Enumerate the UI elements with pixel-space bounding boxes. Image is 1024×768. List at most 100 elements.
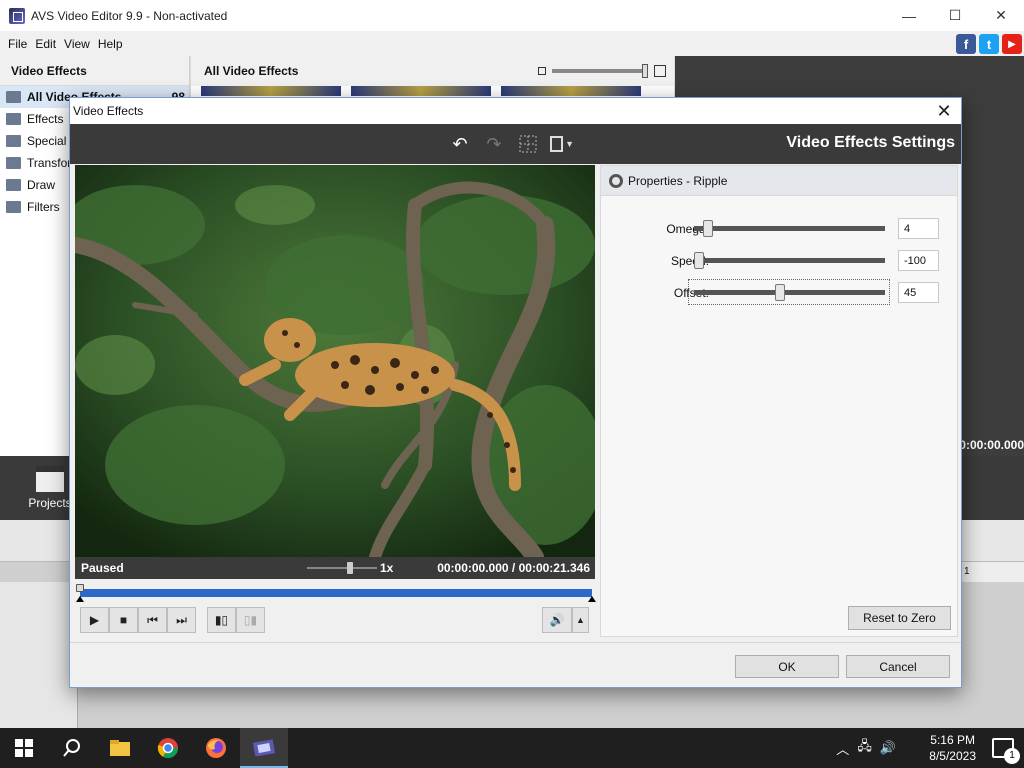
folder-icon <box>6 179 21 191</box>
search-icon[interactable] <box>48 728 96 768</box>
network-icon[interactable]: 🖧 <box>857 737 872 759</box>
next-frame-button[interactable]: ⏭ <box>167 607 196 633</box>
youtube-icon[interactable]: ▶ <box>1002 34 1022 54</box>
param-value-omega[interactable]: 4 <box>898 218 939 239</box>
chrome-icon[interactable] <box>144 728 192 768</box>
folder-icon <box>6 113 21 125</box>
effect-thumbnail[interactable] <box>351 86 491 96</box>
zoom-out-icon[interactable] <box>538 67 546 75</box>
app-title: AVS Video Editor 9.9 - Non-activated <box>31 8 228 23</box>
volume-dropdown-button[interactable]: ▲ <box>572 607 589 633</box>
zoom-in-icon[interactable] <box>654 65 666 77</box>
seek-bar[interactable] <box>76 584 596 602</box>
preview-frame-image <box>75 165 595 557</box>
mark-out-button[interactable]: ▯▮ <box>236 607 265 633</box>
play-button[interactable]: ▶ <box>80 607 109 633</box>
start-button[interactable] <box>0 728 48 768</box>
menubar: File Edit View Help <box>0 31 1024 56</box>
avs-video-editor-taskbar-icon[interactable] <box>240 728 288 768</box>
seek-thumb[interactable] <box>76 584 84 592</box>
chevron-up-icon[interactable]: ︿ <box>836 739 849 758</box>
redo-icon[interactable]: ↷ <box>482 132 506 156</box>
ok-button[interactable]: OK <box>735 655 839 678</box>
effect-thumbnails <box>201 86 641 96</box>
volume-icon[interactable]: 🔊 <box>542 607 572 633</box>
projects-label: Projects <box>28 496 72 510</box>
stop-button[interactable]: ■ <box>109 607 138 633</box>
track-headers <box>0 582 78 728</box>
effect-thumbnail[interactable] <box>201 86 341 96</box>
param-value-speed[interactable]: -100 <box>898 250 939 271</box>
playback-status-bar: Paused 1x 00:00:00.000 / 00:00:21.346 <box>75 557 595 579</box>
system-tray: ︿ 🖧 🔊 <box>836 728 896 768</box>
speed-slider-thumb[interactable] <box>347 562 353 574</box>
maximize-button[interactable]: ☐ <box>932 0 978 31</box>
dialog-separator <box>70 642 961 643</box>
menu-help[interactable]: Help <box>94 37 127 51</box>
minimize-button[interactable]: — <box>886 0 932 31</box>
folder-icon <box>6 135 21 147</box>
param-slider-thumb[interactable] <box>694 252 704 269</box>
grid-icon[interactable] <box>516 132 540 156</box>
start-marker[interactable] <box>76 596 84 602</box>
playback-time: 00:00:00.000 / 00:00:21.346 <box>437 561 590 575</box>
file-explorer-icon[interactable] <box>96 728 144 768</box>
twitter-icon[interactable]: t <box>979 34 999 54</box>
preview-time: 00:00:00.000 <box>952 438 1024 452</box>
param-slider-offset[interactable] <box>694 290 885 295</box>
previous-frame-button[interactable]: ⏮ <box>138 607 167 633</box>
zoom-slider[interactable] <box>552 64 648 78</box>
facebook-icon[interactable]: f <box>956 34 976 54</box>
cancel-button[interactable]: Cancel <box>846 655 950 678</box>
param-slider-omega[interactable] <box>694 226 885 231</box>
firefox-icon[interactable] <box>192 728 240 768</box>
param-slider-thumb[interactable] <box>775 284 786 301</box>
folder-icon <box>6 201 21 213</box>
menu-file[interactable]: File <box>4 37 31 51</box>
mark-in-button[interactable]: ▮▯ <box>207 607 236 633</box>
seek-bar-range <box>80 589 592 597</box>
notification-badge: 1 <box>1004 748 1020 764</box>
dialog-title: Video Effects <box>73 104 144 118</box>
param-value-offset[interactable]: 45 <box>898 282 939 303</box>
reset-to-zero-button[interactable]: Reset to Zero <box>848 606 951 630</box>
menu-edit[interactable]: Edit <box>31 37 60 51</box>
app-icon <box>9 7 25 24</box>
properties-header: Properties - Ripple <box>601 166 957 196</box>
param-row-omega: Omega: 4 <box>601 218 959 240</box>
category-label: Draw <box>27 178 56 192</box>
speaker-icon[interactable]: 🔊 <box>880 740 896 756</box>
properties-title: Properties - Ripple <box>628 173 728 188</box>
total-time: 00:00:21.346 <box>518 561 590 575</box>
time-separator: / <box>511 561 516 575</box>
folder-icon <box>6 91 21 103</box>
menu-view[interactable]: View <box>60 37 94 51</box>
clock-time: 5:16 PM <box>930 733 975 747</box>
current-time: 00:00:00.000 <box>437 561 509 575</box>
category-label: Filters <box>27 200 60 214</box>
notification-icon[interactable]: 1 <box>992 738 1020 764</box>
param-slider-speed[interactable] <box>694 258 885 263</box>
speed-slider[interactable] <box>307 567 377 569</box>
param-slider-thumb[interactable] <box>703 220 714 237</box>
playback-speed: 1x <box>380 561 394 575</box>
monitor-icon[interactable]: ▼ <box>550 132 574 156</box>
undo-icon[interactable]: ↶ <box>448 132 472 156</box>
dialog-close-button[interactable]: ✕ <box>933 100 955 122</box>
projects-button[interactable]: Projects <box>28 466 72 510</box>
param-row-offset: Offset: 45 <box>601 279 959 305</box>
thumbnail-zoom-control[interactable] <box>538 64 666 78</box>
end-marker[interactable] <box>588 596 596 602</box>
category-label: Effects <box>27 112 64 126</box>
effect-thumbnail[interactable] <box>501 86 641 96</box>
param-row-speed: Speed: -100 <box>601 250 959 272</box>
windows-logo-icon <box>15 739 33 757</box>
gear-icon <box>609 173 623 188</box>
timeline-ruler: 1 <box>960 562 1024 582</box>
taskbar-clock[interactable]: 5:16 PM 8/5/2023 <box>929 732 976 764</box>
zoom-slider-thumb[interactable] <box>642 64 648 78</box>
dialog-toolbar: ↶ ↷ ▼ Video Effects Settings <box>70 124 961 164</box>
main-titlebar: AVS Video Editor 9.9 - Non-activated — ☐… <box>0 0 1024 31</box>
close-button[interactable]: ✕ <box>978 0 1024 31</box>
video-preview <box>75 165 595 557</box>
